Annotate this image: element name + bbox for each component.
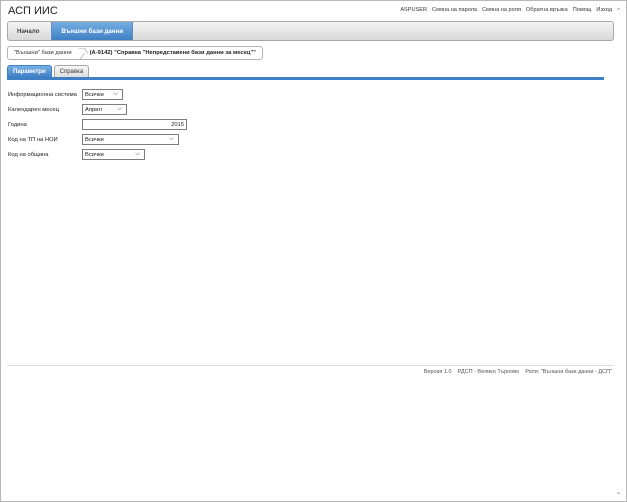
month-label: Календарен месец (8, 106, 59, 113)
month-value: Април (85, 106, 102, 113)
info-system-select[interactable]: Всички ⌵ (82, 89, 123, 100)
month-row: Календарен месец Април ⌵ (8, 102, 187, 117)
footer: Версия 1.0 РДСП - Велико Търново Роля: "… (424, 369, 612, 375)
chevron-down-icon: ⌵ (135, 151, 140, 157)
nav-external-databases[interactable]: Външни бази данни (51, 22, 134, 40)
tp-noi-value: Всички (85, 136, 104, 143)
scroll-up-icon[interactable]: ⌃ (614, 6, 623, 15)
tab-report[interactable]: Справка (53, 65, 90, 77)
top-links: ASPUSER Смяна на парола Смяна на роля Об… (400, 7, 612, 13)
chevron-down-icon: ⌵ (117, 106, 122, 112)
year-label: Година (8, 121, 27, 128)
app-window: АСП ИИС ASPUSER Смяна на парола Смяна на… (0, 0, 627, 502)
municipality-value: Всички (85, 151, 104, 158)
app-title: АСП ИИС (8, 5, 58, 17)
chevron-down-icon: ⌵ (113, 91, 118, 97)
info-system-row: Информационна система Всички ⌵ (8, 87, 187, 102)
breadcrumb-current: (А-9142) "Справка "Непредставени бази да… (89, 50, 256, 56)
breadcrumb-separator (78, 47, 84, 59)
tp-noi-select[interactable]: Всички ⌵ (82, 134, 179, 145)
parameters-form: Информационна система Всички ⌵ Календаре… (8, 87, 187, 162)
tab-strip: Параметри Справка (7, 65, 604, 80)
main-navbar: Начало Външни бази данни (7, 21, 614, 41)
info-system-label: Информационна система (8, 91, 77, 98)
nav-home[interactable]: Начало (8, 22, 48, 40)
month-select[interactable]: Април ⌵ (82, 104, 127, 115)
footer-divider (7, 365, 614, 366)
scroll-down-icon[interactable]: ⌄ (614, 487, 623, 496)
info-system-value: Всички (85, 91, 104, 98)
footer-office: РДСП - Велико Търново (457, 369, 520, 375)
change-role-link[interactable]: Смяна на роля (482, 7, 521, 13)
municipality-label: Код на община (8, 151, 49, 158)
footer-role: Роля: "Външни бази данни - ДСП" (525, 369, 612, 375)
chevron-down-icon: ⌵ (169, 136, 174, 142)
breadcrumb-parent[interactable]: "Външни" бази данни (8, 47, 78, 59)
help-link[interactable]: Помощ (573, 7, 592, 13)
breadcrumb: "Външни" бази данни (А-9142) "Справка "Н… (7, 46, 263, 60)
municipality-select[interactable]: Всички ⌵ (82, 149, 145, 160)
footer-version: Версия 1.0 (423, 369, 452, 375)
municipality-row: Код на община Всички ⌵ (8, 147, 187, 162)
year-input[interactable]: 2015 (82, 119, 187, 130)
logout-link[interactable]: Изход (596, 7, 612, 13)
tab-parameters[interactable]: Параметри (7, 65, 52, 77)
change-password-link[interactable]: Смяна на парола (432, 7, 477, 13)
user-link[interactable]: ASPUSER (400, 7, 427, 13)
tp-noi-label: Код на ТП на НОИ (8, 136, 58, 143)
feedback-link[interactable]: Обратна връзка (526, 7, 568, 13)
tp-noi-row: Код на ТП на НОИ Всички ⌵ (8, 132, 187, 147)
year-row: Година 2015 (8, 117, 187, 132)
